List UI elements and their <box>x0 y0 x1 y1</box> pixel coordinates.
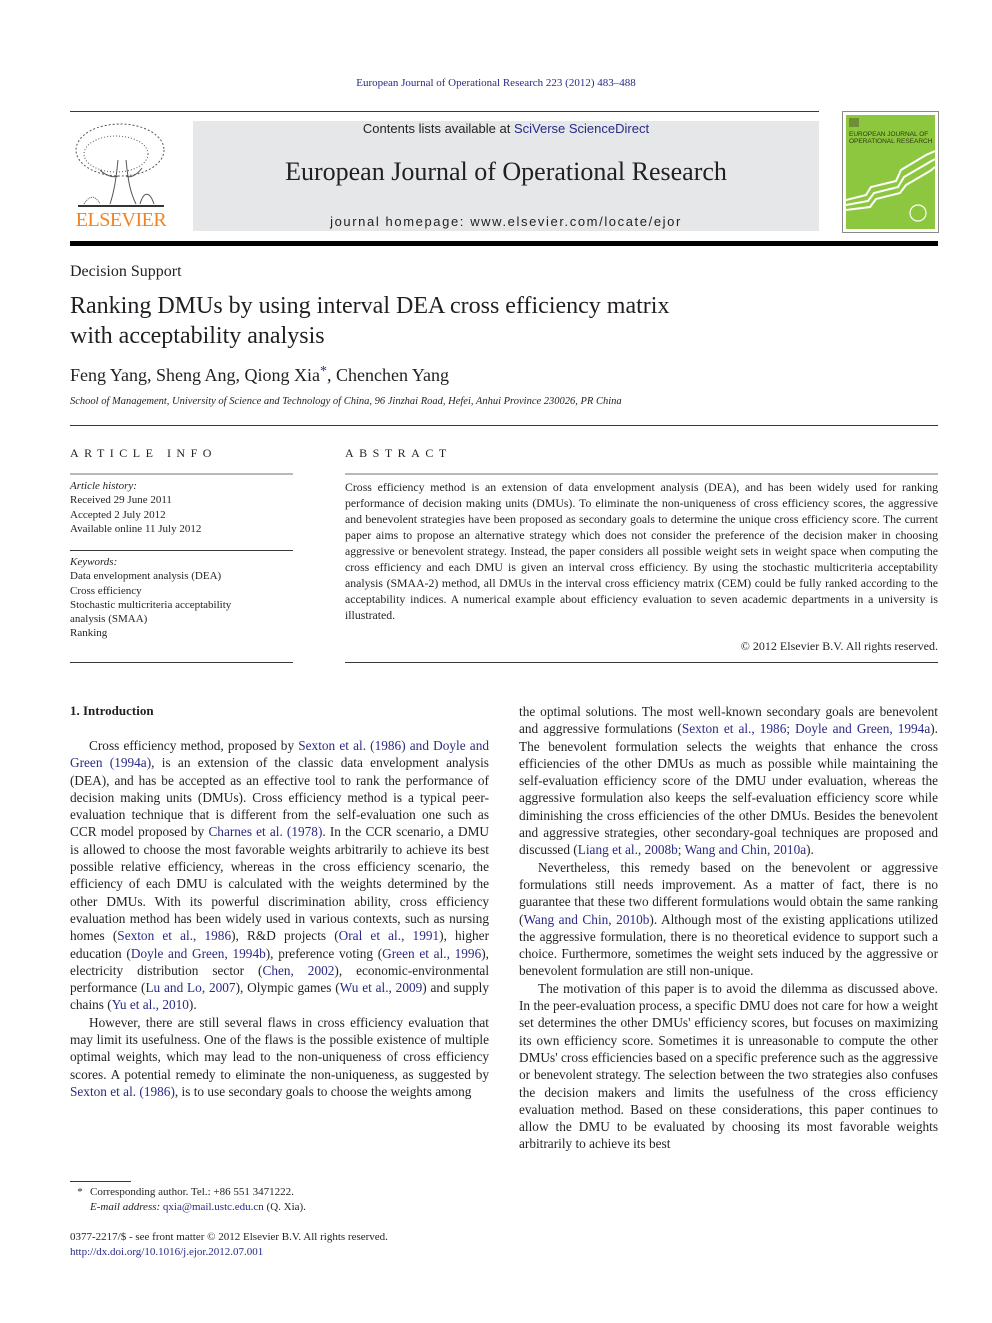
doi-link[interactable]: http://dx.doi.org/10.1016/j.ejor.2012.07… <box>70 1245 388 1260</box>
footnote: * Corresponding author. Tel.: +86 551 347… <box>70 1185 490 1215</box>
divider <box>70 473 293 475</box>
corresponding-author-marker[interactable]: * <box>320 364 327 379</box>
email-label: E-mail address: <box>90 1201 163 1213</box>
elsevier-logo[interactable]: ELSEVIER <box>70 120 172 232</box>
issn-line: 0377-2217/$ - see front matter © 2012 El… <box>70 1231 388 1243</box>
keywords-label: Keywords: <box>70 556 118 568</box>
abstract-copyright: © 2012 Elsevier B.V. All rights reserved… <box>740 639 938 653</box>
online-date: Available online 11 July 2012 <box>70 522 202 535</box>
divider <box>70 425 938 426</box>
paragraph-text: ). The benevolent formulation selects th… <box>519 721 938 858</box>
sciencedirect-link[interactable]: SciVerse ScienceDirect <box>514 121 649 136</box>
paragraph: However, there are still several flaws i… <box>70 1014 489 1100</box>
paragraph-text: ), preference voting ( <box>265 945 383 961</box>
citation-link[interactable]: Wu et al., 2009 <box>340 980 423 995</box>
divider <box>70 550 293 551</box>
citation-link[interactable]: Oral et al., 1991 <box>339 928 440 943</box>
journal-title: European Journal of Operational Research <box>285 157 727 186</box>
abstract-heading: ABSTRACT <box>345 446 452 460</box>
paragraph-text: Cross efficiency method, proposed by <box>89 738 299 753</box>
section-heading-introduction: 1. Introduction <box>70 703 154 718</box>
authors-text: Feng Yang, Sheng Ang, Qiong Xia <box>70 365 321 385</box>
journal-banner: Contents lists available at SciVerse Sci… <box>193 121 819 231</box>
journal-homepage-link[interactable]: journal homepage: www.elsevier.com/locat… <box>193 214 819 229</box>
citation-link[interactable]: Sexton et al., 1986; Doyle and Green, 19… <box>682 721 930 736</box>
paragraph: The motivation of this paper is to avoid… <box>519 980 938 1153</box>
citation-link[interactable]: Sexton et al., 1986 <box>117 928 231 943</box>
keyword: Ranking <box>70 627 108 640</box>
journal-cover[interactable]: EUROPEAN JOURNAL OF OPERATIONAL RESEARCH <box>842 111 939 233</box>
citation-link[interactable]: Chen, 2002 <box>262 963 334 978</box>
paragraph: Cross efficiency method, proposed by Sex… <box>70 737 489 1014</box>
paragraph-text: ). <box>188 997 197 1013</box>
keywords: Keywords: Data envelopment analysis (DEA… <box>70 555 300 641</box>
footnote-rule <box>70 1181 131 1182</box>
running-head[interactable]: European Journal of Operational Research… <box>0 77 992 89</box>
paragraph: Nevertheless, this remedy based on the b… <box>519 859 938 980</box>
email-link[interactable]: qxia@mail.ustc.edu.cn <box>163 1201 264 1213</box>
citation-link[interactable]: Sexton et al. (1986) <box>70 1084 175 1099</box>
keyword: Data envelopment analysis (DEA) <box>70 570 222 583</box>
header-rule <box>70 111 819 112</box>
title-line2: with acceptability analysis <box>70 323 325 349</box>
cover-art: EUROPEAN JOURNAL OF OPERATIONAL RESEARCH <box>846 115 935 229</box>
keyword: Cross efficiency <box>70 584 142 597</box>
paragraph-text: ), R&D projects ( <box>231 928 339 944</box>
keyword: analysis (SMAA) <box>70 613 148 626</box>
divider <box>70 662 293 663</box>
citation-link[interactable]: Lu and Lo, 2007 <box>145 980 235 995</box>
citation-link[interactable]: Yu et al., 2010 <box>112 997 189 1012</box>
paragraph-text: ). <box>806 842 814 858</box>
keyword: Stochastic multicriteria acceptability <box>70 598 232 611</box>
email-suffix: (Q. Xia). <box>263 1201 306 1213</box>
citation-link[interactable]: Liang et al., 2008b; Wang and Chin, 2010… <box>578 842 806 857</box>
article-info-heading: ARTICLE INFO <box>70 446 217 460</box>
paragraph-text: However, there are still several flaws i… <box>70 1014 489 1082</box>
divider <box>345 473 938 475</box>
accepted-date: Accepted 2 July 2012 <box>70 508 166 521</box>
front-matter: 0377-2217/$ - see front matter © 2012 El… <box>70 1230 388 1260</box>
article-title: Ranking DMUs by using interval DEA cross… <box>70 291 770 351</box>
abstract-text: Cross efficiency method is an extension … <box>345 480 938 622</box>
footnote-marker: * <box>77 1186 83 1198</box>
article-section: Decision Support <box>70 263 182 280</box>
affiliation: School of Management, University of Scie… <box>70 396 622 407</box>
cover-graphic-icon <box>846 118 935 222</box>
received-date: Received 29 June 2011 <box>70 494 172 507</box>
paragraph-continued: the optimal solutions. The most well-kno… <box>519 703 938 859</box>
citation-link[interactable]: Green et al., 1996 <box>382 946 481 961</box>
paragraph-text: The motivation of this paper is to avoid… <box>519 980 938 1152</box>
author-list: Feng Yang, Sheng Ang, Qiong Xia*, Chench… <box>70 364 449 386</box>
article-history: Article history: Received 29 June 2011 A… <box>70 479 300 536</box>
paragraph-text: . In the CCR scenario, a DMU is allowed … <box>70 824 490 944</box>
body-column-right: the optimal solutions. The most well-kno… <box>519 703 938 1153</box>
history-label: Article history: <box>70 480 137 492</box>
citation-link[interactable]: Wang and Chin, 2010b <box>523 912 649 927</box>
elsevier-wordmark: ELSEVIER <box>75 209 167 231</box>
citation-link[interactable]: Doyle and Green, 1994b <box>131 946 266 961</box>
citation-link[interactable]: Charnes et al. (1978) <box>208 824 322 839</box>
body-column-left: Cross efficiency method, proposed by Sex… <box>70 737 489 1100</box>
title-line1: Ranking DMUs by using interval DEA cross… <box>70 293 670 319</box>
paragraph-text: ), Olympic games ( <box>235 980 340 996</box>
header-thick-rule <box>70 241 938 246</box>
paragraph-text: , is to use secondary goals to choose th… <box>174 1083 472 1099</box>
authors-text-tail: , Chenchen Yang <box>327 365 450 385</box>
contents-line: Contents lists available at SciVerse Sci… <box>362 121 650 136</box>
corresponding-author-note: Corresponding author. Tel.: +86 551 3471… <box>90 1186 294 1198</box>
divider <box>345 662 938 663</box>
